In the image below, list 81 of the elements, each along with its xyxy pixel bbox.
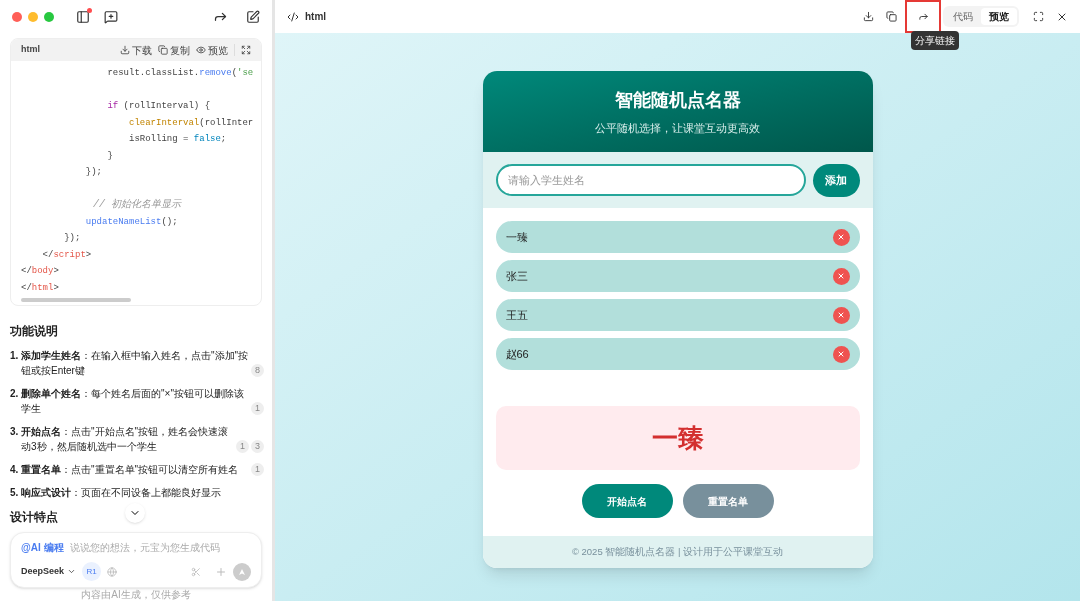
mention-tag[interactable]: @AI 编程 xyxy=(21,540,64,555)
model-dropdown[interactable]: DeepSeek xyxy=(21,564,77,579)
code-line: } xyxy=(106,149,113,163)
code-line: </body> xyxy=(21,265,59,278)
close-x-icon xyxy=(837,233,845,241)
app-footer: © 2025 智能随机点名器 | 设计用于公平课堂互动 xyxy=(482,536,873,568)
remove-button[interactable] xyxy=(832,228,850,246)
feature-description: 重置名单：点击"重置名单"按钮可以清空所有姓名 xyxy=(21,463,240,477)
download-button[interactable]: 下载 xyxy=(120,42,152,58)
code-line: // 初始化名单显示 xyxy=(92,197,181,212)
list-number: 2. xyxy=(10,387,20,401)
download-icon[interactable] xyxy=(863,11,874,22)
close-x-icon xyxy=(837,272,845,280)
feature-description: 删除单个姓名：每个姓名后面的"×"按钮可以删除该学生 xyxy=(21,387,245,416)
citation-badge[interactable]: 1 xyxy=(251,463,264,476)
globe-icon[interactable] xyxy=(107,566,118,577)
reset-button[interactable]: 重置名单 xyxy=(682,484,774,518)
student-name: 张三 xyxy=(505,268,528,284)
scroll-down-button[interactable] xyxy=(125,503,145,523)
student-name: 一臻 xyxy=(505,229,528,245)
sidebar-toggle-icon[interactable] xyxy=(76,9,90,24)
scrollbar-thumb[interactable] xyxy=(21,298,131,302)
copy-icon[interactable] xyxy=(886,11,897,22)
tooltip: 分享链接 xyxy=(911,31,959,50)
r1-toggle[interactable]: R1 xyxy=(82,562,102,581)
send-arrow-icon xyxy=(238,567,246,576)
feature-description: 响应式设计：页面在不同设备上都能良好显示 xyxy=(21,486,222,500)
expand-icon[interactable] xyxy=(241,45,251,55)
citation-badge[interactable]: 1 xyxy=(236,440,249,453)
caret-icon xyxy=(67,567,77,576)
feature-description: 添加学生姓名：在输入框中输入姓名，点击"添加"按钮或按Enter键 xyxy=(21,349,249,378)
fullscreen-icon[interactable] xyxy=(1033,11,1044,22)
selected-name: 一臻 xyxy=(651,421,704,455)
citation-badge[interactable]: 8 xyxy=(251,364,264,377)
view-tab[interactable]: 预览 xyxy=(981,8,1017,25)
code-line: updateNameList(); xyxy=(84,215,178,229)
copy-icon xyxy=(158,45,168,55)
code-file-icon xyxy=(287,10,299,23)
prompt-input[interactable]: 说说您的想法，元宝为您生成代码 xyxy=(69,540,251,555)
list-number: 5. xyxy=(10,486,20,500)
name-input-field[interactable]: 请输入学生姓名 xyxy=(495,164,806,196)
code-line: result.classList.remove('se xyxy=(106,67,254,80)
copy-button[interactable]: 复制 xyxy=(158,42,190,58)
list-number: 3. xyxy=(10,425,20,439)
chat-composer[interactable]: @AI 编程 说说您的想法，元宝为您生成代码 DeepSeek R1 xyxy=(10,532,262,588)
code-line: isRolling = false; xyxy=(128,133,227,146)
preview-icon xyxy=(196,45,206,55)
list-number: 4. xyxy=(10,463,20,477)
code-line: if (rollInterval) { xyxy=(106,100,211,113)
start-button[interactable]: 开始点名 xyxy=(581,484,673,518)
section-heading: 功能说明 xyxy=(10,323,59,340)
close-x-icon xyxy=(837,311,845,319)
code-line: </html> xyxy=(21,281,59,295)
preview-button[interactable]: 预览 xyxy=(196,42,228,58)
app-title: 智能随机点名器 xyxy=(614,88,741,112)
code-language: html xyxy=(21,43,40,57)
feature-description: 开始点名：点击"开始点名"按钮，姓名会快速滚动3秒，然后随机选中一个学生 xyxy=(21,425,230,454)
remove-button[interactable] xyxy=(832,345,850,363)
code-line: </script> xyxy=(41,248,92,262)
edit-icon[interactable] xyxy=(246,9,260,24)
remove-button[interactable] xyxy=(832,306,850,324)
new-chat-icon[interactable] xyxy=(104,9,118,24)
citation-badge[interactable]: 1 xyxy=(251,402,264,415)
view-tab[interactable]: 代码 xyxy=(945,8,981,25)
student-name: 赵66 xyxy=(505,346,529,362)
preview-title: html xyxy=(305,10,327,24)
app-subtitle: 公平随机选择，让课堂互动更高效 xyxy=(595,120,760,136)
scissors-icon[interactable] xyxy=(191,566,201,577)
student-name: 王五 xyxy=(505,307,528,323)
code-line: }); xyxy=(63,232,81,245)
download-icon xyxy=(120,45,130,55)
code-line: }); xyxy=(84,166,102,179)
section-heading: 设计特点 xyxy=(10,509,58,526)
add-button[interactable]: 添加 xyxy=(812,163,860,197)
citation-badge[interactable]: 3 xyxy=(251,440,264,453)
share-arrow-icon xyxy=(917,11,929,22)
disclaimer-text: 内容由AI生成，仅供参考 xyxy=(80,589,192,601)
list-number: 1. xyxy=(10,349,20,363)
code-line: clearInterval(rollInter xyxy=(128,116,254,130)
close-x-icon xyxy=(837,350,845,358)
remove-button[interactable] xyxy=(832,267,850,285)
